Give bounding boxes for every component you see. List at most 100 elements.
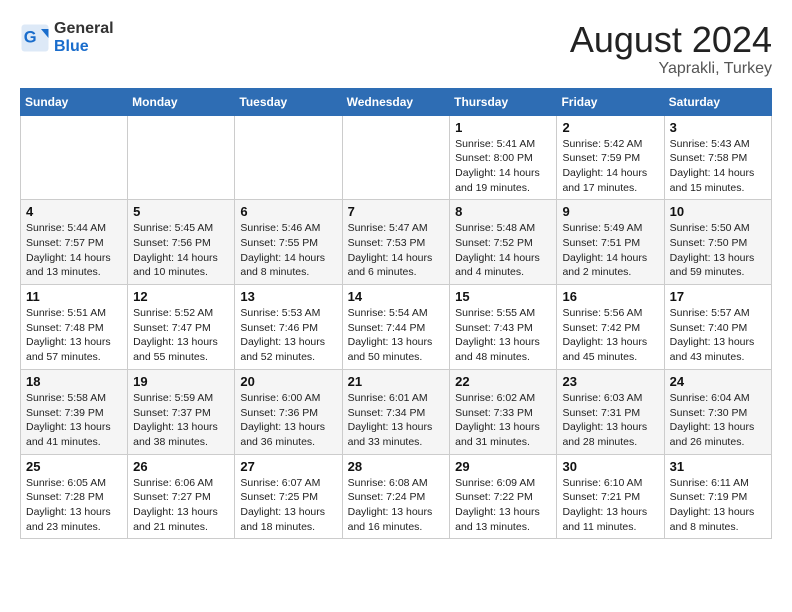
calendar-cell: 9Sunrise: 5:49 AM Sunset: 7:51 PM Daylig… bbox=[557, 200, 664, 285]
day-of-week-header: Monday bbox=[128, 88, 235, 115]
day-info: Sunrise: 5:48 AM Sunset: 7:52 PM Dayligh… bbox=[455, 221, 551, 280]
calendar-body: 1Sunrise: 5:41 AM Sunset: 8:00 PM Daylig… bbox=[21, 115, 772, 539]
calendar-cell: 11 Sunrise: 5:51 AM Sunset: 7:48 PM Dayli… bbox=[21, 285, 128, 370]
day-number: 9 bbox=[562, 204, 658, 219]
day-of-week-header: Saturday bbox=[664, 88, 771, 115]
day-number: 20 bbox=[240, 374, 336, 389]
day-info: Sunrise: 5:51 AM Sunset: 7:48 PM Dayligh… bbox=[26, 306, 122, 365]
day-info: Sunrise: 6:00 AM Sunset: 7:36 PM Dayligh… bbox=[240, 391, 336, 450]
day-info: Sunrise: 5:50 AM Sunset: 7:50 PM Dayligh… bbox=[670, 221, 766, 280]
day-info: Sunrise: 5:55 AM Sunset: 7:43 PM Dayligh… bbox=[455, 306, 551, 365]
day-of-week-header: Friday bbox=[557, 88, 664, 115]
calendar-week-row: 25 Sunrise: 6:05 AM Sunset: 7:28 PM Dayli… bbox=[21, 454, 772, 539]
calendar-cell: 2Sunrise: 5:42 AM Sunset: 7:59 PM Daylig… bbox=[557, 115, 664, 200]
calendar-cell: 16Sunrise: 5:56 AM Sunset: 7:42 PM Dayli… bbox=[557, 285, 664, 370]
calendar-cell: 14 Sunrise: 5:54 AM Sunset: 7:44 PM Dayli… bbox=[342, 285, 450, 370]
day-number: 12 bbox=[133, 289, 229, 304]
day-info: Sunrise: 6:05 AM Sunset: 7:28 PM Dayligh… bbox=[26, 476, 122, 535]
day-of-week-header: Tuesday bbox=[235, 88, 342, 115]
day-info: Sunrise: 5:46 AM Sunset: 7:55 PM Dayligh… bbox=[240, 221, 336, 280]
day-number: 7 bbox=[348, 204, 445, 219]
logo-blue: Blue bbox=[54, 38, 89, 55]
day-number: 22 bbox=[455, 374, 551, 389]
calendar-cell: 30Sunrise: 6:10 AM Sunset: 7:21 PM Dayli… bbox=[557, 454, 664, 539]
day-number: 3 bbox=[670, 120, 766, 135]
calendar-cell: 22Sunrise: 6:02 AM Sunset: 7:33 PM Dayli… bbox=[450, 369, 557, 454]
calendar-cell: 19 Sunrise: 5:59 AM Sunset: 7:37 PM Dayli… bbox=[128, 369, 235, 454]
header-row: SundayMondayTuesdayWednesdayThursdayFrid… bbox=[21, 88, 772, 115]
calendar-cell: 24 Sunrise: 6:04 AM Sunset: 7:30 PM Dayli… bbox=[664, 369, 771, 454]
day-number: 14 bbox=[348, 289, 445, 304]
day-number: 23 bbox=[562, 374, 658, 389]
day-number: 6 bbox=[240, 204, 336, 219]
day-info: Sunrise: 6:08 AM Sunset: 7:24 PM Dayligh… bbox=[348, 476, 445, 535]
day-info: Sunrise: 5:47 AM Sunset: 7:53 PM Dayligh… bbox=[348, 221, 445, 280]
day-number: 10 bbox=[670, 204, 766, 219]
calendar-cell bbox=[342, 115, 450, 200]
calendar-cell: 7 Sunrise: 5:47 AM Sunset: 7:53 PM Daylig… bbox=[342, 200, 450, 285]
logo-icon: G bbox=[20, 23, 50, 53]
day-info: Sunrise: 6:01 AM Sunset: 7:34 PM Dayligh… bbox=[348, 391, 445, 450]
calendar-cell bbox=[21, 115, 128, 200]
calendar-cell: 18Sunrise: 5:58 AM Sunset: 7:39 PM Dayli… bbox=[21, 369, 128, 454]
day-info: Sunrise: 5:59 AM Sunset: 7:37 PM Dayligh… bbox=[133, 391, 229, 450]
day-info: Sunrise: 6:04 AM Sunset: 7:30 PM Dayligh… bbox=[670, 391, 766, 450]
calendar-cell: 8Sunrise: 5:48 AM Sunset: 7:52 PM Daylig… bbox=[450, 200, 557, 285]
day-number: 24 bbox=[670, 374, 766, 389]
calendar-cell: 26 Sunrise: 6:06 AM Sunset: 7:27 PM Dayli… bbox=[128, 454, 235, 539]
day-number: 16 bbox=[562, 289, 658, 304]
day-info: Sunrise: 5:54 AM Sunset: 7:44 PM Dayligh… bbox=[348, 306, 445, 365]
calendar-cell: 27Sunrise: 6:07 AM Sunset: 7:25 PM Dayli… bbox=[235, 454, 342, 539]
day-number: 26 bbox=[133, 459, 229, 474]
calendar-cell bbox=[235, 115, 342, 200]
calendar-cell bbox=[128, 115, 235, 200]
day-number: 18 bbox=[26, 374, 122, 389]
calendar-cell: 31 Sunrise: 6:11 AM Sunset: 7:19 PM Dayli… bbox=[664, 454, 771, 539]
day-number: 25 bbox=[26, 459, 122, 474]
day-info: Sunrise: 5:45 AM Sunset: 7:56 PM Dayligh… bbox=[133, 221, 229, 280]
calendar-cell: 4 Sunrise: 5:44 AM Sunset: 7:57 PM Daylig… bbox=[21, 200, 128, 285]
day-of-week-header: Wednesday bbox=[342, 88, 450, 115]
calendar-week-row: 4 Sunrise: 5:44 AM Sunset: 7:57 PM Daylig… bbox=[21, 200, 772, 285]
calendar-week-row: 1Sunrise: 5:41 AM Sunset: 8:00 PM Daylig… bbox=[21, 115, 772, 200]
logo-general: General bbox=[54, 20, 114, 37]
day-number: 2 bbox=[562, 120, 658, 135]
day-info: Sunrise: 5:57 AM Sunset: 7:40 PM Dayligh… bbox=[670, 306, 766, 365]
svg-text:G: G bbox=[24, 29, 37, 47]
calendar-cell: 23 Sunrise: 6:03 AM Sunset: 7:31 PM Dayli… bbox=[557, 369, 664, 454]
day-number: 15 bbox=[455, 289, 551, 304]
day-number: 1 bbox=[455, 120, 551, 135]
day-number: 27 bbox=[240, 459, 336, 474]
day-number: 11 bbox=[26, 289, 122, 304]
day-of-week-header: Sunday bbox=[21, 88, 128, 115]
day-info: Sunrise: 6:09 AM Sunset: 7:22 PM Dayligh… bbox=[455, 476, 551, 535]
calendar-cell: 3Sunrise: 5:43 AM Sunset: 7:58 PM Daylig… bbox=[664, 115, 771, 200]
day-info: Sunrise: 5:44 AM Sunset: 7:57 PM Dayligh… bbox=[26, 221, 122, 280]
day-number: 13 bbox=[240, 289, 336, 304]
day-info: Sunrise: 6:03 AM Sunset: 7:31 PM Dayligh… bbox=[562, 391, 658, 450]
calendar-cell: 21 Sunrise: 6:01 AM Sunset: 7:34 PM Dayli… bbox=[342, 369, 450, 454]
day-info: Sunrise: 6:11 AM Sunset: 7:19 PM Dayligh… bbox=[670, 476, 766, 535]
calendar-cell: 20 Sunrise: 6:00 AM Sunset: 7:36 PM Dayli… bbox=[235, 369, 342, 454]
calendar-cell: 10 Sunrise: 5:50 AM Sunset: 7:50 PM Dayli… bbox=[664, 200, 771, 285]
month-year-title: August 2024 bbox=[570, 20, 772, 60]
day-of-week-header: Thursday bbox=[450, 88, 557, 115]
day-number: 29 bbox=[455, 459, 551, 474]
location-subtitle: Yaprakli, Turkey bbox=[570, 60, 772, 78]
day-info: Sunrise: 5:53 AM Sunset: 7:46 PM Dayligh… bbox=[240, 306, 336, 365]
day-number: 21 bbox=[348, 374, 445, 389]
day-info: Sunrise: 6:06 AM Sunset: 7:27 PM Dayligh… bbox=[133, 476, 229, 535]
calendar-cell: 6 Sunrise: 5:46 AM Sunset: 7:55 PM Daylig… bbox=[235, 200, 342, 285]
day-number: 28 bbox=[348, 459, 445, 474]
calendar-header: SundayMondayTuesdayWednesdayThursdayFrid… bbox=[21, 88, 772, 115]
day-number: 4 bbox=[26, 204, 122, 219]
day-number: 31 bbox=[670, 459, 766, 474]
day-info: Sunrise: 6:10 AM Sunset: 7:21 PM Dayligh… bbox=[562, 476, 658, 535]
day-number: 19 bbox=[133, 374, 229, 389]
calendar-cell: 5Sunrise: 5:45 AM Sunset: 7:56 PM Daylig… bbox=[128, 200, 235, 285]
calendar-cell: 15 Sunrise: 5:55 AM Sunset: 7:43 PM Dayli… bbox=[450, 285, 557, 370]
day-number: 17 bbox=[670, 289, 766, 304]
logo: G General Blue bbox=[20, 20, 114, 56]
calendar-cell: 12Sunrise: 5:52 AM Sunset: 7:47 PM Dayli… bbox=[128, 285, 235, 370]
calendar-cell: 17 Sunrise: 5:57 AM Sunset: 7:40 PM Dayli… bbox=[664, 285, 771, 370]
